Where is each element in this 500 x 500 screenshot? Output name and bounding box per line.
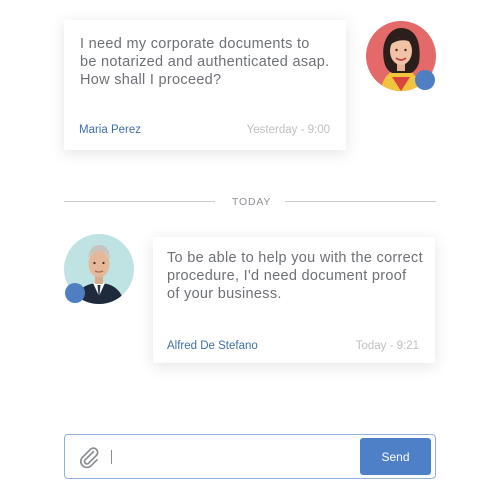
online-status-icon — [65, 283, 85, 303]
message-input[interactable] — [115, 443, 355, 471]
online-status-icon — [415, 70, 435, 90]
message-text: To be able to help you with the correct … — [167, 250, 423, 302]
message-bubble-incoming: I need my corporate documents to be nota… — [64, 20, 346, 150]
message-bubble-reply: To be able to help you with the correct … — [153, 237, 435, 363]
sender-name[interactable]: Maria Perez — [79, 124, 141, 136]
send-button[interactable]: Send — [360, 438, 431, 475]
message-composer: Send — [64, 434, 436, 479]
divider-right — [285, 201, 436, 202]
sender-name[interactable]: Alfred De Stefano — [167, 340, 258, 352]
message-timestamp: Yesterday - 9:00 — [246, 124, 330, 136]
paperclip-icon[interactable] — [77, 445, 101, 469]
divider-left — [64, 201, 215, 202]
text-caret — [111, 450, 112, 464]
message-text: I need my corporate documents to be nota… — [80, 36, 330, 88]
message-timestamp: Today - 9:21 — [355, 340, 419, 352]
date-divider-label: TODAY — [232, 196, 272, 208]
